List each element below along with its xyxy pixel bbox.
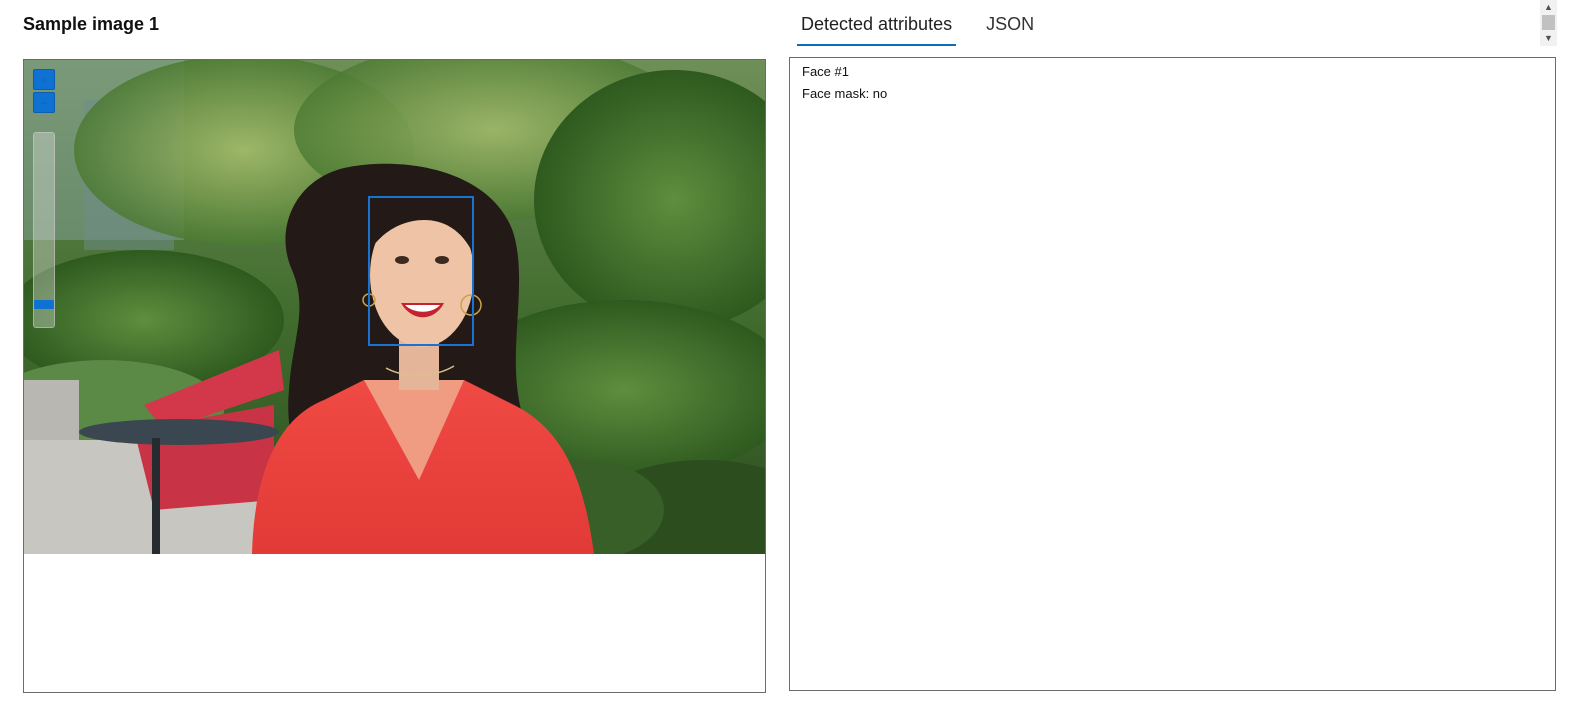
zoom-slider-thumb[interactable] [34,299,54,309]
face-label: Face #1 [802,64,849,79]
chevron-down-icon[interactable]: ▼ [1540,31,1557,45]
scrollbar-thumb[interactable] [1542,15,1555,30]
page-scrollbar[interactable]: ▲ ▼ [1540,0,1557,46]
face-mask-value: Face mask: no [802,86,888,101]
zoom-out-button[interactable]: − [33,92,55,113]
sample-photo [24,60,765,554]
result-tabs: Detected attributes JSON [797,12,1038,46]
detected-attributes-panel: Face #1 Face mask: no [789,57,1556,691]
minus-icon: − [40,96,48,110]
zoom-in-button[interactable]: + [33,69,55,90]
sample-image-title: Sample image 1 [23,14,160,34]
image-viewer[interactable]: + − [23,59,766,693]
tab-json[interactable]: JSON [982,12,1038,46]
page: Sample image 1 + − Detected attributes J… [0,0,1589,715]
tab-detected-attributes[interactable]: Detected attributes [797,12,957,46]
zoom-slider[interactable] [33,132,55,328]
chevron-up-icon[interactable]: ▲ [1540,0,1557,14]
plus-icon: + [40,73,48,87]
